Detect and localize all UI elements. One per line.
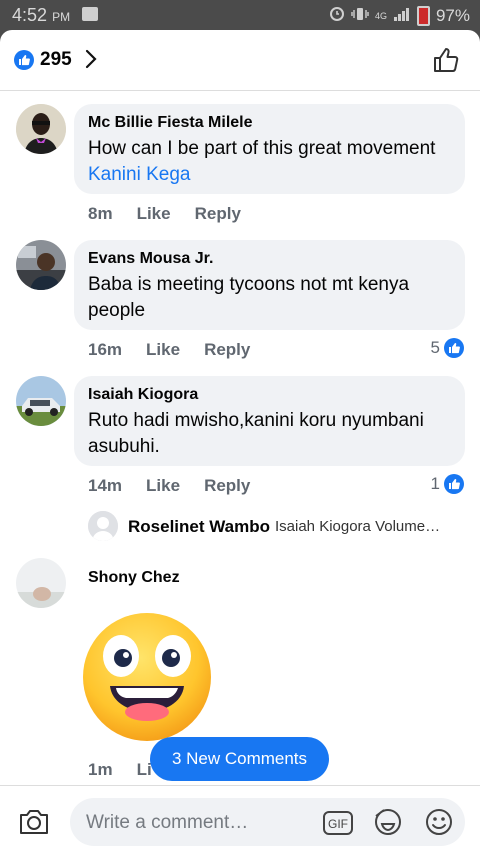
comments-sheet: 295 Mc Billie Fiesta Milele How can I be…: [0, 30, 480, 854]
comment-input-box[interactable]: GIF: [70, 798, 465, 846]
reaction-count: 1: [430, 474, 440, 493]
like-reaction-icon: [444, 338, 464, 358]
status-bar: 4:52 PM 4G 97%: [0, 0, 480, 30]
like-button[interactable]: Like: [146, 340, 180, 360]
comment-time: 14m: [88, 476, 123, 495]
sticker-icon[interactable]: [372, 806, 404, 843]
avatar[interactable]: [16, 240, 66, 290]
mention-link[interactable]: Kanini Kega: [88, 164, 190, 185]
avatar[interactable]: [16, 104, 66, 154]
comment-input[interactable]: [84, 808, 308, 838]
comment-bubble[interactable]: Isaiah Kiogora Ruto hadi mwisho,kanini k…: [74, 376, 465, 466]
emoji-icon[interactable]: [423, 806, 455, 843]
like-count[interactable]: 295: [40, 49, 72, 71]
battery-percent: 97%: [435, 5, 470, 25]
comment-actions: 14m Like Reply: [88, 476, 250, 496]
like-reaction-icon: [14, 50, 34, 70]
comment-actions: 16m Like Reply: [88, 340, 250, 360]
reply-button[interactable]: Reply: [204, 340, 250, 360]
reply-button[interactable]: Reply: [195, 204, 241, 224]
avatar[interactable]: [16, 558, 66, 608]
comment-time: 1m: [88, 760, 113, 779]
battery-icon: [416, 5, 430, 26]
comment-actions: 1m Li: [88, 760, 152, 780]
reply-snippet: Isaiah Kiogora Volume…: [275, 518, 441, 535]
reply-author[interactable]: Roselinet Wambo: [128, 517, 270, 537]
comment-time: 8m: [88, 204, 113, 223]
comment-author[interactable]: Shony Chez: [88, 569, 180, 587]
avatar: [88, 511, 118, 541]
signal-icon: [393, 6, 411, 26]
reactions-header: 295: [0, 30, 480, 91]
comment-text: Ruto hadi mwisho,kanini koru nyumbani as…: [88, 410, 424, 457]
reply-preview[interactable]: Roselinet Wambo Isaiah Kiogora Volume…: [88, 511, 468, 543]
comment-actions: 8m Like Reply: [88, 204, 241, 224]
status-time: 4:52 PM: [12, 5, 71, 25]
comment-bubble[interactable]: Mc Billie Fiesta Milele How can I be par…: [74, 104, 465, 194]
gif-button[interactable]: GIF: [322, 810, 354, 841]
alarm-icon: [329, 5, 345, 26]
laughing-emoji-sticker[interactable]: [80, 610, 214, 744]
chevron-right-icon[interactable]: [84, 47, 98, 76]
reply-button[interactable]: Reply: [204, 476, 250, 496]
like-post-button[interactable]: [432, 46, 460, 79]
comment-author[interactable]: Evans Mousa Jr.: [88, 250, 451, 268]
comment-author[interactable]: Isaiah Kiogora: [88, 386, 451, 404]
reaction-count: 5: [430, 338, 440, 357]
network-type-label: 4G: [374, 10, 387, 21]
reaction-summary[interactable]: 1: [431, 474, 464, 494]
camera-icon[interactable]: [18, 808, 50, 841]
reaction-summary[interactable]: 5: [431, 338, 464, 358]
comment-text: Baba is meeting tycoons not mt kenya peo…: [88, 274, 410, 321]
avatar[interactable]: [16, 376, 66, 426]
vibrate-icon: [351, 6, 369, 26]
like-button[interactable]: Like: [146, 476, 180, 496]
like-reaction-icon: [444, 474, 464, 494]
like-button[interactable]: Like: [137, 204, 171, 224]
comment-composer: GIF: [0, 785, 480, 854]
comment-time: 16m: [88, 340, 123, 359]
gif-label: GIF: [328, 817, 348, 831]
new-comments-button[interactable]: 3 New Comments: [150, 737, 329, 781]
comment-author[interactable]: Mc Billie Fiesta Milele: [88, 114, 451, 132]
comment-bubble[interactable]: Evans Mousa Jr. Baba is meeting tycoons …: [74, 240, 465, 330]
gallery-notification-icon: [82, 7, 98, 21]
comment-text: How can I be part of this great movement…: [88, 138, 436, 185]
